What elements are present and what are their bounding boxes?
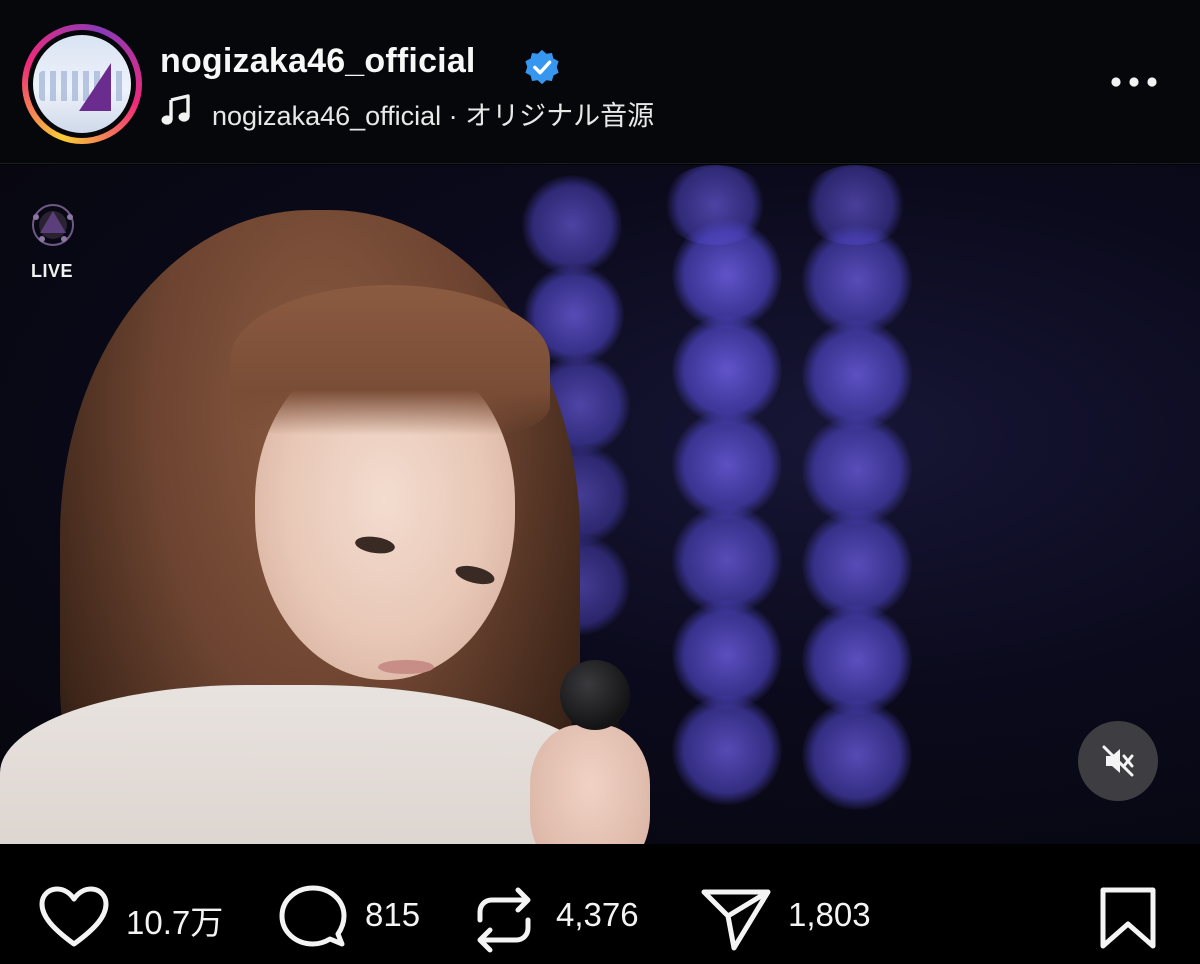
stage-light (672, 695, 782, 805)
avatar-logo-triangle (79, 63, 111, 111)
stage-light (672, 410, 782, 520)
stage-light (672, 220, 782, 330)
repost-icon[interactable] (474, 884, 534, 956)
action-bar: 10.7万 815 4,376 1,803 (0, 844, 1200, 964)
performer-hand (530, 725, 650, 844)
audio-attribution[interactable]: nogizaka46_official · オリジナル音源 (212, 94, 654, 133)
username[interactable]: nogizaka46_official (160, 42, 476, 81)
heart-icon[interactable] (38, 886, 110, 950)
stage-light (802, 415, 912, 525)
performer-mouth (378, 660, 434, 674)
post-header: nogizaka46_official nogizaka46_official … (0, 0, 1200, 164)
audio-title: オリジナル音源 (465, 101, 655, 131)
mute-button[interactable] (1078, 721, 1158, 801)
live-badge: LIVE (31, 261, 74, 281)
audio-separator: · (441, 101, 466, 131)
stage-light (672, 315, 782, 425)
performer-bangs (230, 285, 550, 435)
share-count[interactable]: 1,803 (788, 896, 871, 934)
stage-light (802, 510, 912, 620)
comment-count[interactable]: 815 (365, 896, 420, 934)
concert-logo-icon (32, 204, 74, 246)
share-icon[interactable] (700, 886, 772, 952)
microphone-head (560, 660, 630, 730)
avatar[interactable] (33, 35, 131, 133)
stage-light (802, 605, 912, 715)
stage-light (802, 700, 912, 810)
bookmark-icon[interactable] (1098, 886, 1158, 950)
like-count[interactable]: 10.7万 (126, 896, 223, 944)
more-horizontal-icon[interactable] (1108, 72, 1160, 92)
video-player[interactable]: LIVE (0, 165, 1200, 844)
stage-light (802, 225, 912, 335)
speaker-muted-icon (1102, 745, 1134, 777)
music-note-icon (161, 94, 190, 125)
stage-light (672, 505, 782, 615)
repost-count[interactable]: 4,376 (556, 896, 639, 934)
comment-icon[interactable] (278, 884, 348, 954)
story-ring[interactable] (22, 24, 142, 144)
stage-light (802, 320, 912, 430)
audio-artist: nogizaka46_official (212, 101, 442, 131)
verified-badge-icon (525, 49, 559, 85)
stage-light (522, 175, 622, 275)
stage-light (672, 600, 782, 710)
